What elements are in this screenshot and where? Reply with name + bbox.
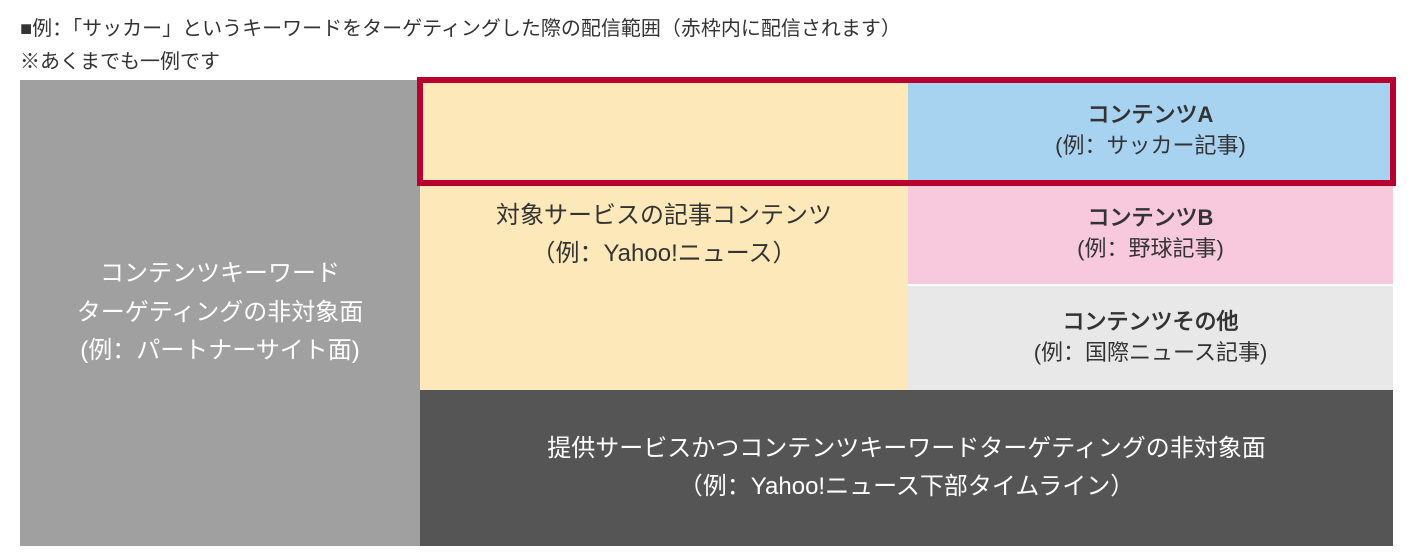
content-b-example: (例：野球記事) xyxy=(1077,234,1224,265)
target-service-line1: 対象サービスの記事コンテンツ xyxy=(496,197,832,235)
content-b-cell: コンテンツB (例：野球記事) xyxy=(908,183,1393,286)
content-other-title: コンテンツその他 xyxy=(1062,307,1238,338)
non-target-timeline-cell: 提供サービスかつコンテンツキーワードターゲティングの非対象面 （例：Yahoo!… xyxy=(420,390,1393,546)
right-column: 対象サービスの記事コンテンツ （例：Yahoo!ニュース） コンテンツA (例：… xyxy=(420,80,1393,546)
bottom-line2: （例：Yahoo!ニュース下部タイムライン） xyxy=(679,468,1134,506)
content-other-example: (例：国際ニュース記事) xyxy=(1034,338,1268,369)
content-other-cell: コンテンツその他 (例：国際ニュース記事) xyxy=(908,286,1393,390)
non-target-line1: コンテンツキーワード xyxy=(100,255,340,293)
non-target-line2: ターゲティングの非対象面 xyxy=(77,294,364,332)
target-service-line2: （例：Yahoo!ニュース） xyxy=(531,235,796,273)
header-note-text: ※あくまでも一例です xyxy=(20,45,1393,74)
non-target-line3: (例：パートナーサイト面) xyxy=(80,332,360,370)
content-stack: コンテンツA (例：サッカー記事) コンテンツB (例：野球記事) コンテンツそ… xyxy=(908,80,1393,390)
targeting-diagram: コンテンツキーワード ターゲティングの非対象面 (例：パートナーサイト面) 対象… xyxy=(20,80,1393,546)
content-a-title: コンテンツA xyxy=(1088,100,1214,131)
top-row: 対象サービスの記事コンテンツ （例：Yahoo!ニュース） コンテンツA (例：… xyxy=(420,80,1393,390)
content-a-cell: コンテンツA (例：サッカー記事) xyxy=(908,80,1393,183)
content-a-example: (例：サッカー記事) xyxy=(1055,131,1246,162)
non-target-partner-cell: コンテンツキーワード ターゲティングの非対象面 (例：パートナーサイト面) xyxy=(20,80,420,546)
bottom-line1: 提供サービスかつコンテンツキーワードターゲティングの非対象面 xyxy=(547,430,1266,468)
target-service-cell: 対象サービスの記事コンテンツ （例：Yahoo!ニュース） xyxy=(420,80,908,390)
header-example-text: ■例：「サッカー」というキーワードをターゲティングした際の配信範囲（赤枠内に配信… xyxy=(20,12,1393,41)
content-b-title: コンテンツB xyxy=(1088,203,1214,234)
